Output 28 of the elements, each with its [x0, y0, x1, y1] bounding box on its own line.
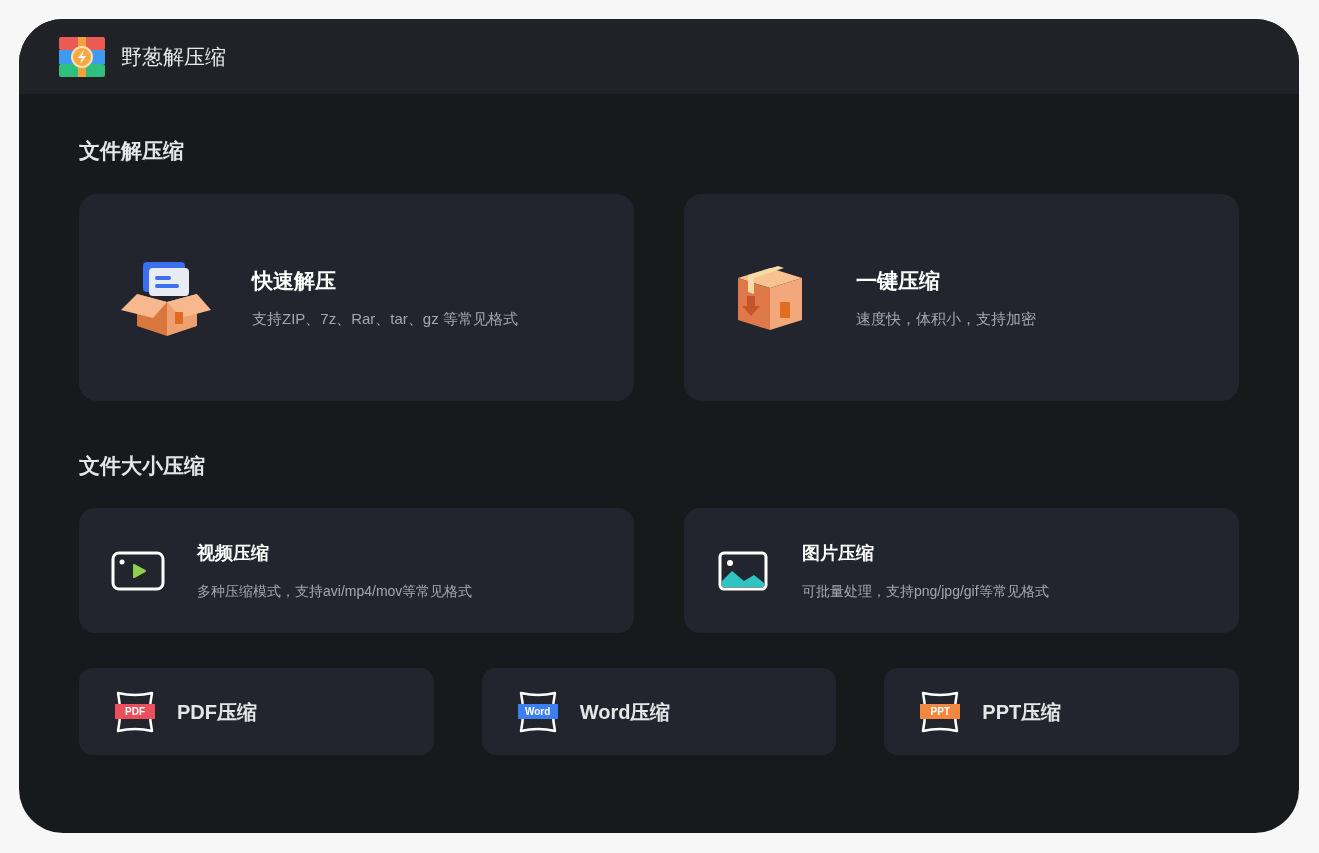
card-title: PDF压缩	[177, 699, 257, 725]
card-title: 一键压缩	[856, 267, 941, 294]
image-icon	[718, 550, 768, 591]
app-title: 野葱解压缩	[121, 43, 226, 70]
card-title: Word压缩	[579, 699, 671, 725]
feature-card[interactable]: 图片压缩 可批量处理，支持png/jpg/gif等常见格式	[684, 508, 1239, 633]
feature-card[interactable]: 视频压缩 多种压缩模式，支持avi/mp4/mov等常见格式	[79, 508, 634, 633]
card-title: 图片压缩	[802, 541, 875, 565]
file-type-label: Word	[517, 704, 558, 719]
feature-card[interactable]: 快速解压 支持ZIP、7z、Rar、tar、gz 等常见格式	[79, 194, 634, 401]
feature-card[interactable]: PPT PPT压缩	[884, 668, 1239, 755]
card-description: 支持ZIP、7z、Rar、tar、gz 等常见格式	[252, 309, 518, 329]
card-title: 视频压缩	[197, 541, 270, 565]
card-description: 速度快，体积小，支持加密	[856, 309, 1036, 329]
app-logo-icon	[59, 36, 105, 77]
file-type-label: PDF	[115, 704, 155, 719]
video-icon	[111, 550, 165, 591]
feature-card[interactable]: Word Word压缩	[481, 668, 837, 755]
card-description: 多种压缩模式，支持avi/mp4/mov等常见格式	[197, 581, 473, 601]
feature-card[interactable]: PDF PDF压缩	[79, 668, 434, 755]
feature-card[interactable]: 一键压缩 速度快，体积小，支持加密	[684, 194, 1239, 401]
card-description: 可批量处理，支持png/jpg/gif等常见格式	[802, 581, 1049, 601]
section-title: 文件解压缩	[79, 138, 185, 164]
card-title: 快速解压	[252, 267, 337, 294]
package-icon	[736, 263, 804, 332]
file-type-label: PPT	[920, 704, 961, 719]
section-title: 文件大小压缩	[79, 453, 206, 479]
card-title: PPT压缩	[982, 699, 1062, 725]
